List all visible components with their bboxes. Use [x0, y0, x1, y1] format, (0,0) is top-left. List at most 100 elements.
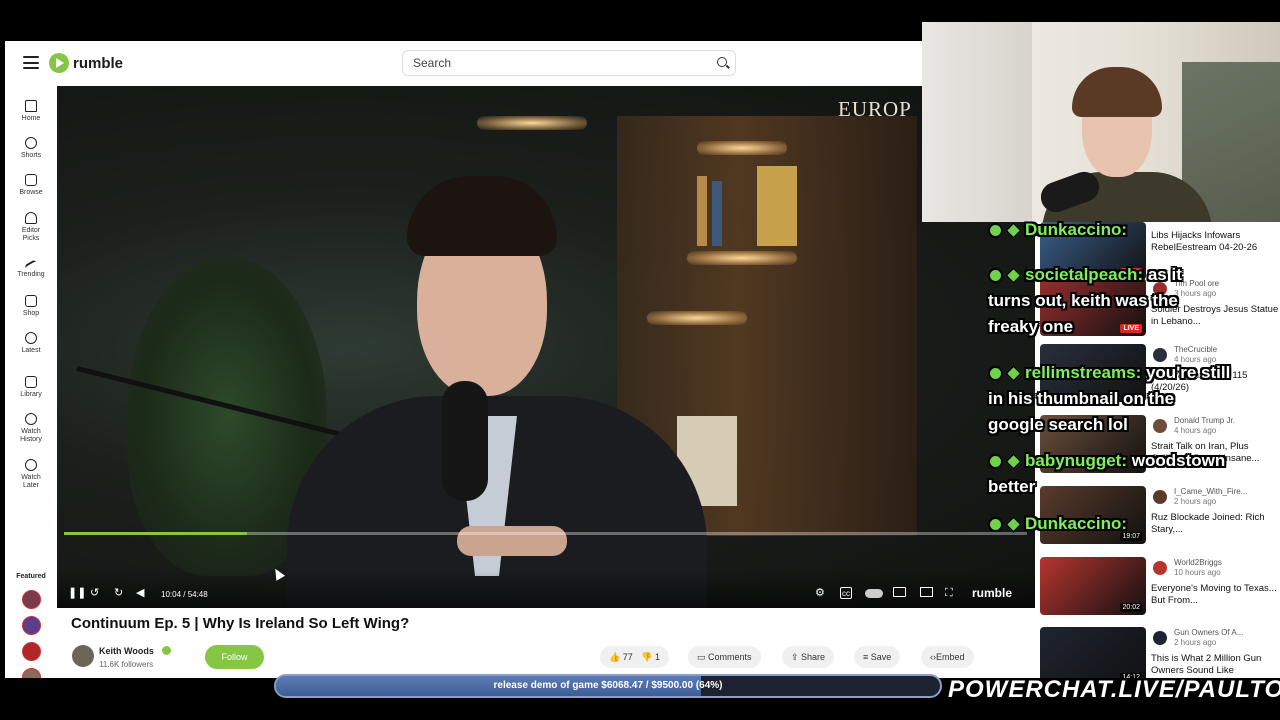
thumbs-down-icon[interactable]: 👎 — [641, 652, 652, 662]
time-display: 10:04 / 54:48 — [161, 590, 208, 599]
settings-icon[interactable]: ⚙ — [815, 587, 825, 599]
award-icon — [25, 212, 37, 224]
menu-icon[interactable] — [23, 56, 39, 69]
recommended-video-title[interactable]: Everyone's Moving to Texas... But From..… — [1151, 583, 1279, 607]
save-icon: ≡ — [863, 652, 871, 662]
shelf-light — [687, 251, 797, 265]
sidebar: Home Shorts Browse Editor Picks Trending… — [5, 86, 57, 678]
shelf-light — [477, 116, 587, 130]
shop-icon — [25, 295, 37, 307]
recommended-video[interactable]: 14:12 Gun Owners Of A... 2 hours ago This i… — [1035, 627, 1280, 678]
follow-button[interactable]: Follow — [205, 645, 264, 669]
sidebar-item-label: Latest — [21, 347, 41, 354]
pause-icon[interactable]: ❚❚ — [68, 587, 86, 599]
search-icon[interactable] — [717, 57, 727, 67]
sidebar-item-label: Shop — [22, 310, 40, 317]
chat-username: Dunkaccino: — [1025, 220, 1128, 239]
embed-button[interactable]: ‹›Embed — [921, 646, 974, 668]
share-button[interactable]: ⇪ Share — [782, 646, 835, 668]
avatar[interactable] — [72, 645, 94, 667]
badge-icon — [988, 454, 1003, 470]
chat-message: Dunkaccino: — [988, 220, 1127, 240]
sidebar-item-label: Shorts — [20, 152, 42, 159]
video-thumbnail[interactable]: 20:02 — [1040, 557, 1146, 615]
logo-text: rumble — [73, 54, 124, 72]
progress-fill — [64, 532, 247, 535]
avatar[interactable] — [1153, 561, 1167, 575]
chat-username: Dunkaccino: — [1025, 514, 1128, 533]
trending-icon — [24, 259, 38, 271]
sidebar-item-watch-later[interactable]: Watch Later — [5, 459, 57, 490]
miniplayer-icon[interactable] — [893, 587, 906, 597]
channel-name[interactable]: Gun Owners Of A... — [1174, 628, 1243, 637]
sidebar-item-editor-picks[interactable]: Editor Picks — [5, 212, 57, 243]
rumble-page: rumble Home Shorts Browse Editor — [5, 41, 1035, 678]
speaker-hands — [457, 526, 567, 556]
home-icon — [25, 100, 37, 112]
sidebar-item-latest[interactable]: Latest — [5, 332, 57, 355]
streamer-hair — [1072, 67, 1162, 117]
avatar[interactable] — [1153, 631, 1167, 645]
channel-name[interactable]: World2Briggs — [1174, 558, 1222, 567]
sidebar-item-browse[interactable]: Browse — [5, 174, 57, 197]
like-count: 77 — [622, 652, 633, 662]
featured-channel-avatar[interactable] — [22, 590, 41, 609]
sidebar-item-watch-history[interactable]: Watch History — [5, 413, 57, 444]
comments-button[interactable]: ▭ Comments — [688, 646, 761, 668]
rewind-icon[interactable]: ↺ — [90, 587, 99, 599]
volume-icon[interactable]: ◀ — [136, 587, 144, 599]
badge-icon — [988, 366, 1003, 382]
progress-bar[interactable] — [64, 532, 1027, 535]
shelf-light — [697, 141, 787, 155]
save-button[interactable]: ≡ Save — [854, 646, 901, 668]
badge-icon — [988, 223, 1003, 239]
featured-label: Featured — [16, 573, 46, 580]
upload-time: 2 hours ago — [1174, 638, 1217, 647]
featured-channel-avatar[interactable] — [22, 616, 41, 635]
thumbs-up-icon: 👍 — [609, 652, 621, 662]
captions-icon[interactable]: cc — [840, 587, 852, 599]
chat-message: Dunkaccino: — [988, 514, 1127, 534]
forward-icon[interactable]: ↻ — [114, 587, 123, 599]
channel-name[interactable]: Keith Woods — [99, 646, 154, 656]
book — [712, 181, 722, 246]
player-rumble-logo[interactable]: rumble — [972, 586, 1012, 600]
chat-username: societalpeach: — [1025, 265, 1144, 284]
sidebar-item-label: Watch Later — [21, 474, 41, 489]
book — [757, 166, 797, 246]
chat-username: rellimstreams: — [1025, 363, 1142, 382]
video-thumbnail[interactable]: 14:12 — [1040, 627, 1146, 678]
autoplay-toggle[interactable] — [865, 589, 883, 598]
microphone — [442, 381, 488, 501]
sidebar-item-trending[interactable]: Trending — [5, 258, 57, 279]
sidebar-item-library[interactable]: Library — [5, 376, 57, 399]
like-button[interactable]: 👍 77 👎 1 — [600, 646, 670, 668]
recommended-video[interactable]: 20:02 World2Briggs 10 hours ago Everyone's … — [1035, 557, 1280, 627]
featured-channel-avatar[interactable] — [22, 642, 41, 661]
badge-icon — [988, 517, 1003, 533]
video-watermark: EUROP — [838, 97, 912, 121]
speaker-hair — [407, 176, 557, 256]
search-box — [402, 50, 736, 76]
chat-message: societalpeach: as it turns out, keith wa… — [988, 262, 1228, 340]
theater-icon[interactable] — [920, 587, 933, 597]
badge-icon — [1005, 365, 1022, 383]
video-player[interactable]: EUROP ❚❚ ↺ ↻ ◀ 10:04 / 54:48 ⚙ cc ⛶ rumb… — [57, 86, 1035, 608]
badge-icon — [1005, 516, 1022, 534]
sidebar-item-shorts[interactable]: Shorts — [5, 137, 57, 160]
clock-icon — [25, 332, 37, 344]
comment-icon: ▭ — [697, 652, 709, 662]
badge-icon — [988, 268, 1003, 284]
donation-goal-bar: release demo of game $6068.47 / $9500.00… — [274, 674, 942, 698]
sidebar-item-shop[interactable]: Shop — [5, 295, 57, 318]
verified-icon — [162, 646, 171, 655]
browse-icon — [25, 174, 37, 186]
recommended-video-title[interactable]: This is What 2 Million Gun Owners Sound … — [1151, 653, 1279, 677]
search-input[interactable] — [413, 56, 703, 70]
upload-time: 10 hours ago — [1174, 568, 1221, 577]
featured-channel-avatar[interactable] — [22, 668, 41, 678]
rumble-logo[interactable]: rumble — [49, 52, 123, 74]
fullscreen-icon[interactable]: ⛶ — [945, 587, 953, 599]
sidebar-item-home[interactable]: Home — [5, 100, 57, 123]
sidebar-item-label: Browse — [19, 189, 43, 196]
